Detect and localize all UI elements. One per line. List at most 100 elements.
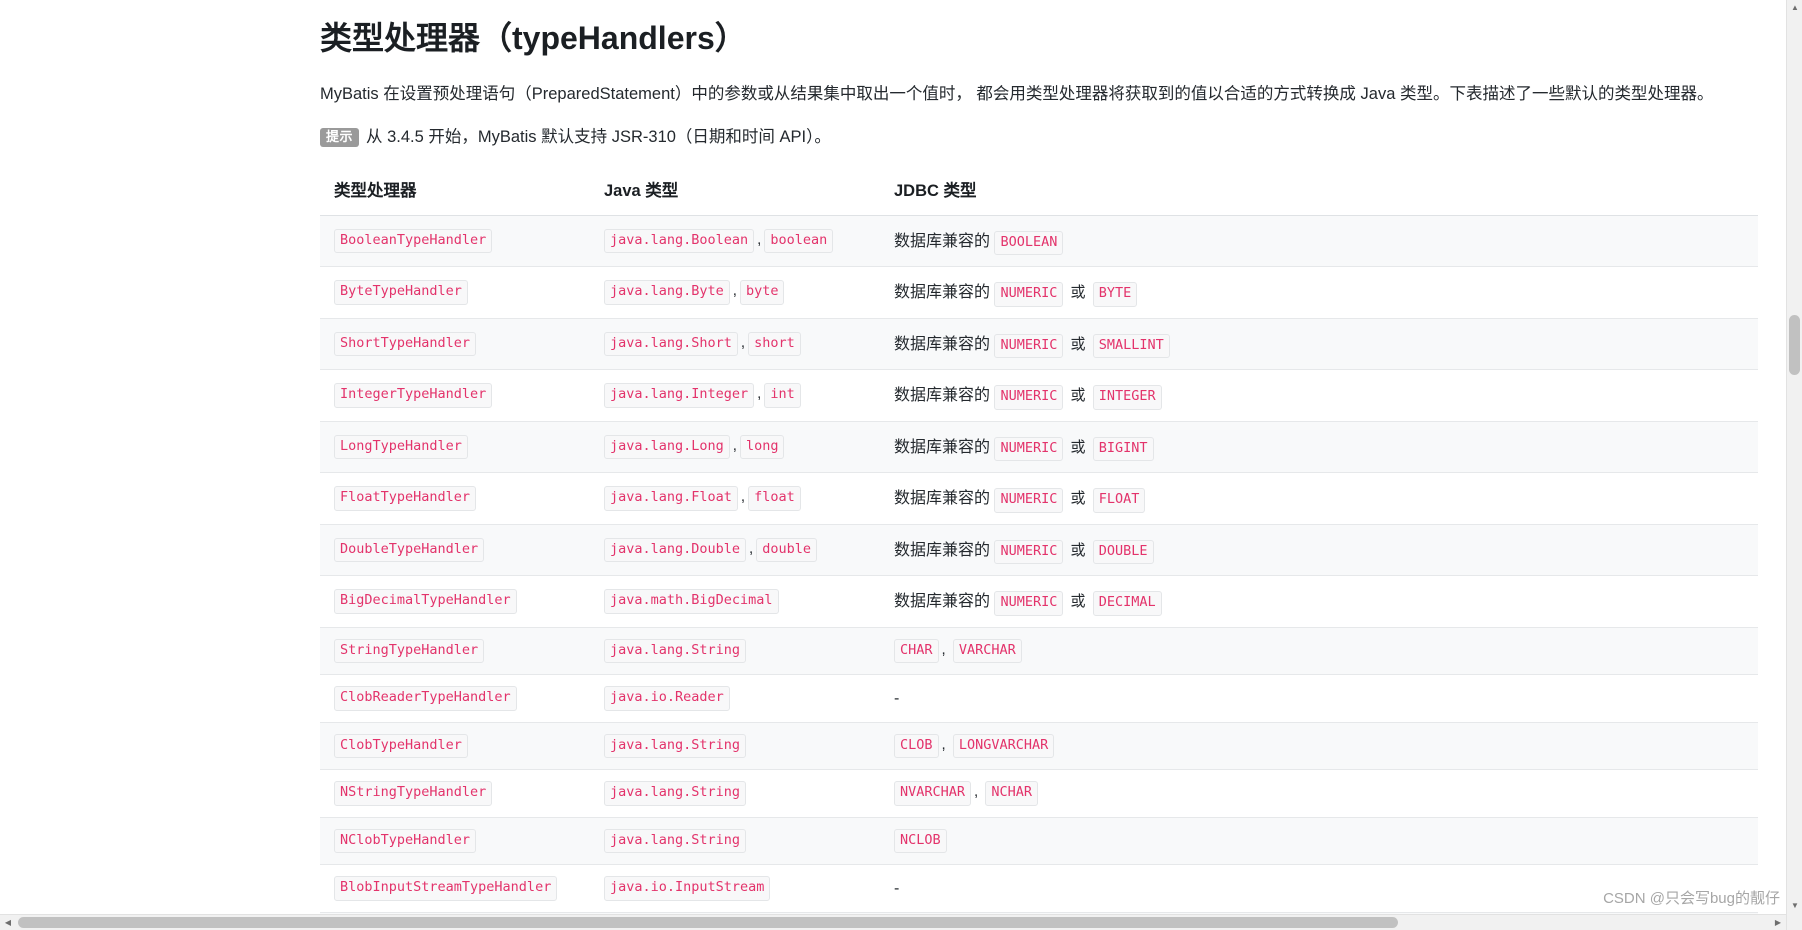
cell-handler: ByteTypeHandler: [320, 266, 590, 319]
table-row: LongTypeHandler java.lang.Long, long 数据库兼容的…: [320, 421, 1758, 474]
code-java-type: java.lang.Float: [604, 486, 738, 511]
code-jdbc-type: INTEGER: [1092, 385, 1162, 410]
table-row: BlobInputStreamTypeHandler java.io.InputS…: [320, 864, 1758, 913]
separator-comma: ,: [732, 436, 737, 454]
separator-comma: ,: [941, 735, 950, 753]
code-jdbc-type: NUMERIC: [994, 385, 1064, 410]
separator-comma: ,: [941, 640, 950, 658]
jdbc-prefix-text: 数据库兼容的: [894, 438, 991, 456]
separator-comma: ,: [974, 783, 983, 801]
page-title: 类型处理器（typeHandlers）: [320, 20, 747, 56]
cell-java-type: java.lang.String: [590, 769, 880, 818]
separator-comma: ,: [732, 282, 737, 300]
table-head: 类型处理器 Java 类型 JDBC 类型: [320, 176, 1758, 216]
separator-comma: ,: [757, 385, 762, 403]
scroll-left-icon[interactable]: ◀: [0, 915, 16, 930]
vertical-scrollbar[interactable]: ▲ ▼: [1786, 0, 1802, 930]
cell-jdbc-type: NCLOB: [880, 817, 1758, 866]
code-handler-name: DoubleTypeHandler: [334, 537, 485, 563]
code-jdbc-type: NUMERIC: [994, 539, 1064, 565]
code-handler-name: FloatTypeHandler: [334, 486, 477, 511]
jdbc-empty-dash: -: [894, 689, 900, 707]
column-header-java-type: Java 类型: [590, 176, 880, 216]
code-java-type: int: [764, 383, 801, 408]
cell-handler: NStringTypeHandler: [320, 769, 590, 818]
scroll-up-icon[interactable]: ▲: [1787, 0, 1802, 16]
cell-java-type: java.lang.Byte, byte: [590, 266, 880, 319]
code-java-type: java.lang.String: [604, 733, 747, 759]
cell-handler: BooleanTypeHandler: [320, 215, 590, 268]
code-handler-name: ClobTypeHandler: [334, 733, 468, 759]
cell-java-type: java.lang.Float, float: [590, 472, 880, 525]
code-java-type: java.lang.Integer: [604, 383, 755, 408]
code-jdbc-type: DOUBLE: [1092, 539, 1154, 565]
cell-java-type: java.lang.String: [590, 722, 880, 771]
code-java-type: java.math.BigDecimal: [604, 589, 779, 614]
code-handler-name: ShortTypeHandler: [334, 331, 477, 357]
jdbc-empty-dash: -: [894, 879, 900, 897]
jdbc-prefix-text: 数据库兼容的: [894, 232, 991, 250]
code-jdbc-type: BIGINT: [1092, 436, 1154, 462]
table-body: BooleanTypeHandler java.lang.Boolean, bool…: [320, 215, 1758, 930]
code-handler-name: StringTypeHandler: [334, 638, 485, 664]
code-java-type: short: [748, 331, 801, 357]
code-java-type: double: [756, 537, 817, 563]
separator-or: 或: [1066, 593, 1090, 611]
cell-java-type: java.lang.Double, double: [590, 524, 880, 577]
vertical-scrollbar-thumb[interactable]: [1789, 315, 1800, 375]
code-jdbc-type: NUMERIC: [994, 436, 1064, 462]
code-jdbc-type: FLOAT: [1092, 488, 1146, 513]
cell-jdbc-type: 数据库兼容的 NUMERIC 或 INTEGER: [880, 369, 1758, 422]
code-handler-name: ByteTypeHandler: [334, 280, 468, 305]
column-header-handler: 类型处理器: [320, 176, 590, 216]
code-handler-name: BooleanTypeHandler: [334, 228, 493, 254]
table-header-row: 类型处理器 Java 类型 JDBC 类型: [320, 176, 1758, 216]
intro-paragraph: MyBatis 在设置预处理语句（PreparedStatement）中的参数或…: [320, 85, 1714, 103]
code-handler-name: IntegerTypeHandler: [334, 383, 493, 408]
code-handler-name: LongTypeHandler: [334, 434, 468, 460]
cell-jdbc-type: CHAR, VARCHAR: [880, 627, 1758, 676]
cell-handler: NClobTypeHandler: [320, 817, 590, 866]
table-row: IntegerTypeHandler java.lang.Integer, int 数…: [320, 369, 1758, 422]
code-jdbc-type: NCHAR: [985, 781, 1039, 806]
code-jdbc-type: NCLOB: [894, 828, 947, 854]
table-row: StringTypeHandler java.lang.String CHAR, V…: [320, 627, 1758, 676]
cell-jdbc-type: 数据库兼容的 NUMERIC 或 BYTE: [880, 266, 1758, 319]
horizontal-scrollbar[interactable]: ◀ ▶: [0, 914, 1786, 930]
code-handler-name: NClobTypeHandler: [334, 828, 477, 854]
jdbc-prefix-text: 数据库兼容的: [894, 284, 991, 302]
type-handlers-table: 类型处理器 Java 类型 JDBC 类型 BooleanTypeHandler…: [320, 176, 1758, 930]
separator-comma: ,: [740, 333, 746, 351]
table-row: BooleanTypeHandler java.lang.Boolean, bool…: [320, 215, 1758, 268]
code-java-type: boolean: [764, 228, 834, 254]
cell-java-type: java.lang.Long, long: [590, 421, 880, 474]
cell-handler: ShortTypeHandler: [320, 318, 590, 371]
cell-handler: ClobTypeHandler: [320, 722, 590, 771]
cell-jdbc-type: -: [880, 674, 1758, 723]
code-java-type: java.lang.String: [604, 828, 747, 854]
scroll-right-icon[interactable]: ▶: [1770, 915, 1786, 930]
code-jdbc-type: BOOLEAN: [994, 230, 1064, 256]
cell-java-type: java.lang.String: [590, 817, 880, 866]
code-java-type: long: [739, 434, 785, 460]
separator-or: 或: [1066, 438, 1090, 456]
cell-handler: BlobInputStreamTypeHandler: [320, 864, 590, 913]
table-row: ShortTypeHandler java.lang.Short, short 数据库…: [320, 318, 1758, 371]
code-jdbc-type: NVARCHAR: [894, 781, 972, 806]
table-row: FloatTypeHandler java.lang.Float, float 数据库…: [320, 472, 1758, 525]
cell-handler: BigDecimalTypeHandler: [320, 575, 590, 628]
cell-jdbc-type: 数据库兼容的 NUMERIC 或 FLOAT: [880, 472, 1758, 525]
cell-java-type: java.math.BigDecimal: [590, 575, 880, 628]
watermark: CSDN @只会写bug的靓仔: [1603, 890, 1780, 907]
code-jdbc-type: CHAR: [894, 638, 939, 664]
code-jdbc-type: DECIMAL: [1092, 591, 1162, 616]
tip-line: 提示 从 3.4.5 开始，MyBatis 默认支持 JSR-310（日期和时间…: [320, 124, 1760, 150]
separator-or: 或: [1066, 541, 1090, 559]
scroll-down-icon[interactable]: ▼: [1787, 898, 1802, 914]
code-jdbc-type: NUMERIC: [994, 333, 1064, 359]
code-handler-name: BigDecimalTypeHandler: [334, 589, 517, 614]
code-java-type: java.lang.String: [604, 781, 747, 806]
horizontal-scrollbar-thumb[interactable]: [18, 917, 1398, 928]
code-java-type: java.lang.String: [604, 638, 747, 664]
document-content-column: 类型处理器（typeHandlers） MyBatis 在设置预处理语句（Pre…: [320, 0, 1760, 930]
